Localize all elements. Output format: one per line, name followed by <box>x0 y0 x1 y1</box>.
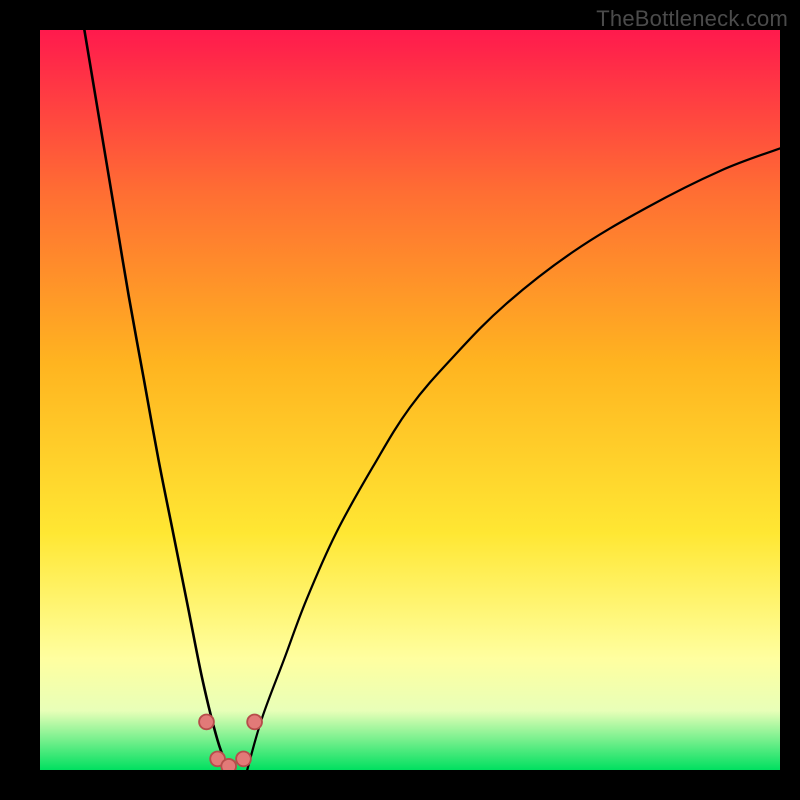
marker-dot <box>199 715 214 730</box>
marker-dot <box>236 752 251 767</box>
highlight-markers <box>199 715 262 771</box>
plot-area <box>40 30 780 770</box>
marker-dot <box>221 759 236 770</box>
watermark-text: TheBottleneck.com <box>596 6 788 32</box>
curve-left-branch <box>84 30 228 770</box>
chart-frame: TheBottleneck.com <box>0 0 800 800</box>
curve-right-branch <box>247 148 780 770</box>
curve-layer <box>40 30 780 770</box>
marker-dot <box>247 715 262 730</box>
